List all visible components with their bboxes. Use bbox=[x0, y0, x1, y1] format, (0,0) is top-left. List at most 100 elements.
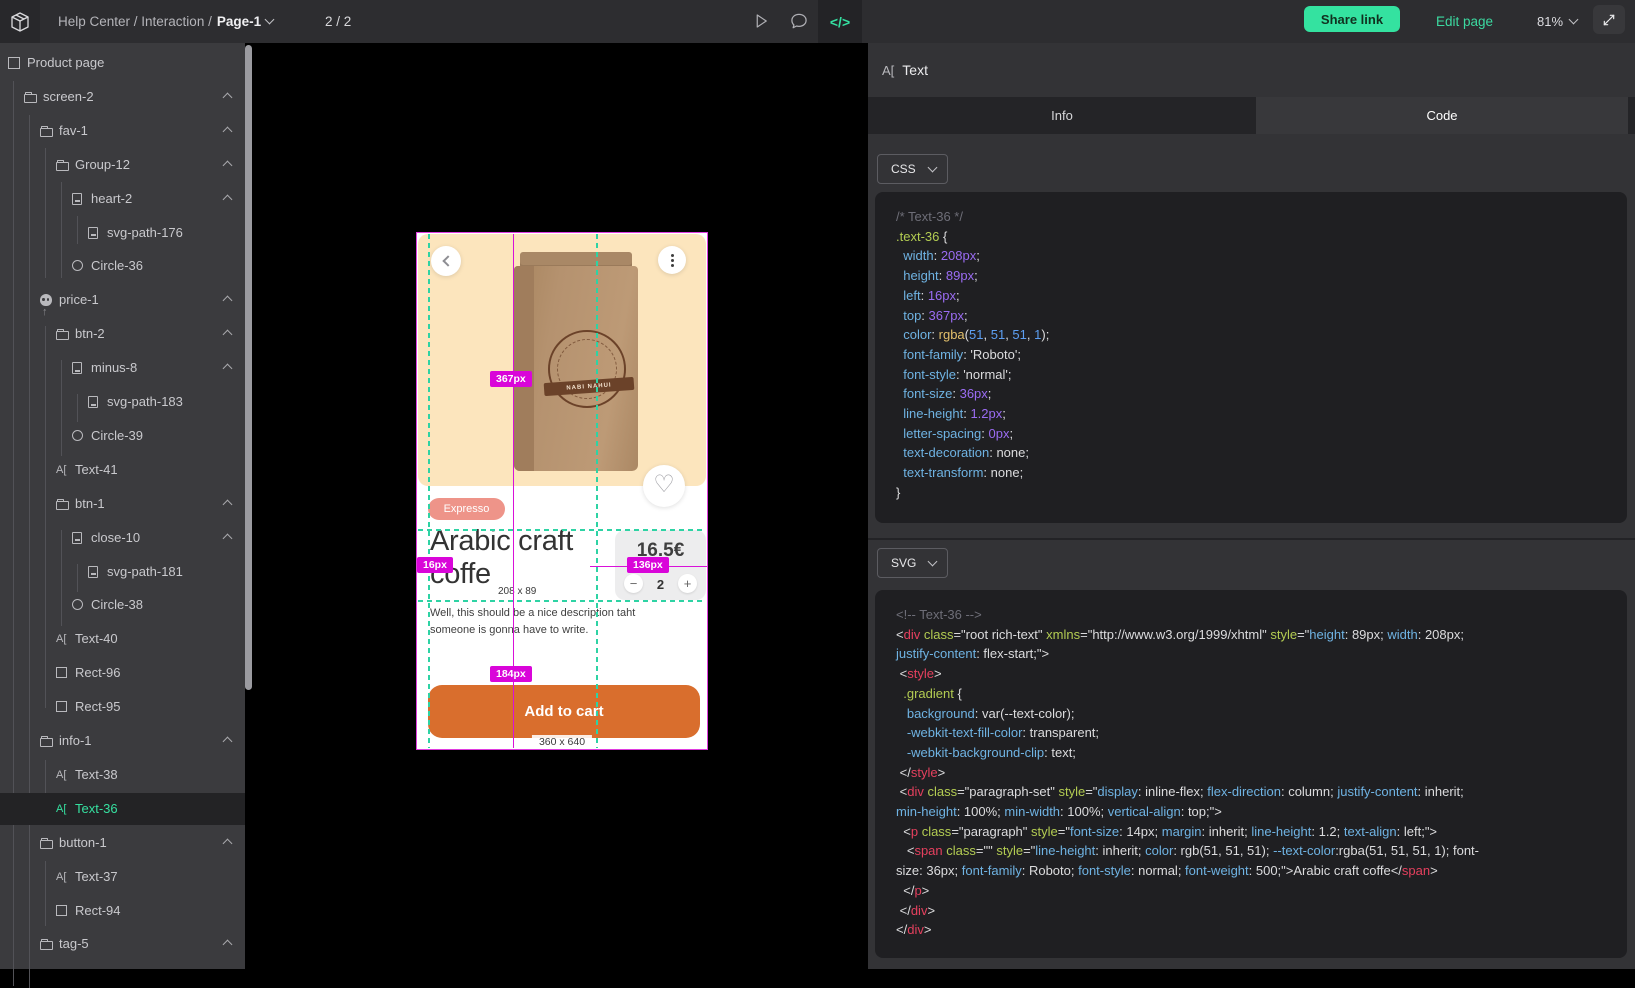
sidebar-item-rect-96[interactable]: Rect-96 bbox=[0, 657, 245, 689]
sidebar-item-close-10[interactable]: close-10 bbox=[0, 522, 245, 554]
sidebar-item-svg-path-176[interactable]: svg-path-176 bbox=[0, 217, 245, 249]
chevron-up-icon[interactable] bbox=[223, 296, 233, 306]
layer-label: screen-2 bbox=[43, 89, 94, 104]
css-language-dropdown[interactable]: CSS bbox=[877, 154, 948, 184]
layer-label: btn-1 bbox=[75, 496, 105, 511]
edit-page-link[interactable]: Edit page bbox=[1436, 0, 1493, 43]
measure-badge-136: 136px bbox=[627, 557, 669, 573]
svg-dropdown-value: SVG bbox=[891, 556, 916, 570]
sidebar-item-rect-95[interactable]: Rect-95 bbox=[0, 691, 245, 723]
layer-label: info-1 bbox=[59, 733, 92, 748]
layer-label: Text-36 bbox=[75, 801, 118, 816]
sidebar-item-text-41[interactable]: A[Text-41 bbox=[0, 454, 245, 486]
frame-icon bbox=[8, 57, 20, 69]
chevron-up-icon[interactable] bbox=[223, 838, 233, 848]
chevron-up-icon[interactable] bbox=[223, 194, 233, 204]
sidebar-item-circle-36[interactable]: Circle-36 bbox=[0, 250, 245, 282]
sidebar-item-tag-5[interactable]: tag-5 bbox=[0, 928, 245, 960]
code-line: <!-- Text-36 --> bbox=[896, 605, 1627, 625]
code-line: /* Text-36 */ bbox=[896, 207, 1627, 227]
sidebar-item-circle-39[interactable]: Circle-39 bbox=[0, 420, 245, 452]
sidebar-item-svg-path-181[interactable]: svg-path-181 bbox=[0, 556, 245, 588]
sidebar-item-product page[interactable]: Product page bbox=[0, 47, 245, 79]
circle-icon bbox=[72, 599, 83, 610]
instance-arrow-icon: ↑ bbox=[42, 306, 48, 318]
guide-vertical-left bbox=[428, 234, 430, 748]
more-options-button[interactable] bbox=[658, 246, 686, 274]
sidebar-item-heart-2[interactable]: heart-2 bbox=[0, 183, 245, 215]
rect-icon bbox=[56, 701, 67, 712]
sidebar-item-text-36[interactable]: A[Text-36 bbox=[0, 793, 245, 825]
code-line: font-style: 'normal'; bbox=[896, 365, 1627, 385]
code-line: </div> bbox=[896, 920, 1627, 940]
sidebar-item-btn-2[interactable]: btn-2 bbox=[0, 318, 245, 350]
back-button[interactable] bbox=[431, 246, 461, 276]
favorite-button[interactable]: ♡ bbox=[643, 465, 685, 507]
rect-icon bbox=[56, 667, 67, 678]
sidebar-item-text-37[interactable]: A[Text-37 bbox=[0, 861, 245, 893]
chevron-down-icon[interactable] bbox=[265, 15, 275, 25]
sidebar-item-text-40[interactable]: A[Text-40 bbox=[0, 623, 245, 655]
layer-label: svg-path-181 bbox=[107, 564, 183, 579]
code-view-button[interactable]: </> bbox=[818, 0, 862, 43]
code-line: text-transform: none; bbox=[896, 463, 1627, 483]
inspector-tabs: Info Code bbox=[868, 97, 1635, 134]
share-link-button[interactable]: Share link bbox=[1304, 6, 1400, 32]
chevron-up-icon[interactable] bbox=[223, 92, 233, 102]
sidebar-item-circle-38[interactable]: Circle-38 bbox=[0, 589, 245, 621]
frame-size-label: 360 x 640 bbox=[532, 735, 592, 749]
chevron-up-icon[interactable] bbox=[223, 940, 233, 950]
chevron-up-icon[interactable] bbox=[223, 126, 233, 136]
breadcrumb[interactable]: Help Center / Interaction / Page-1 bbox=[58, 0, 273, 43]
product-description: Well, this should be a nice description … bbox=[430, 605, 638, 638]
sidebar-item-screen-2[interactable]: screen-2 bbox=[0, 81, 245, 113]
fullscreen-button[interactable] bbox=[1593, 5, 1625, 34]
css-code-block[interactable]: /* Text-36 */.text-36 { width: 208px; he… bbox=[875, 192, 1627, 523]
breadcrumb-path: Help Center / Interaction / bbox=[58, 14, 212, 29]
add-to-cart-button[interactable]: Add to cart bbox=[428, 685, 700, 738]
zoom-control[interactable]: 81% bbox=[1537, 0, 1577, 43]
measure-badge-367: 367px bbox=[490, 371, 532, 387]
chevron-up-icon[interactable] bbox=[223, 160, 233, 170]
code-line: <div class="paragraph-set" style="displa… bbox=[896, 782, 1627, 802]
app-logo[interactable] bbox=[0, 0, 40, 43]
product-tag[interactable]: Expresso bbox=[428, 498, 505, 520]
tab-info[interactable]: Info bbox=[868, 97, 1256, 134]
play-icon[interactable] bbox=[752, 12, 770, 30]
sidebar-item-price-1[interactable]: price-1↑ bbox=[0, 284, 245, 316]
code-line: top: 367px; bbox=[896, 306, 1627, 326]
chevron-up-icon[interactable] bbox=[223, 499, 233, 509]
tab-code[interactable]: Code bbox=[1256, 97, 1628, 134]
sidebar-item-fav-1[interactable]: fav-1 bbox=[0, 115, 245, 147]
layer-label: Circle-36 bbox=[91, 258, 143, 273]
circle-icon bbox=[72, 430, 83, 441]
chevron-up-icon[interactable] bbox=[223, 330, 233, 340]
svg-code-block[interactable]: <!-- Text-36 --><div class="root rich-te… bbox=[875, 590, 1627, 958]
sidebar-item-group-12[interactable]: Group-12 bbox=[0, 149, 245, 181]
code-line: color: rgba(51, 51, 51, 1); bbox=[896, 325, 1627, 345]
layer-label: Rect-94 bbox=[75, 903, 121, 918]
sidebar-item-rect-94[interactable]: Rect-94 bbox=[0, 895, 245, 927]
code-line: } bbox=[896, 483, 1627, 503]
sidebar-item-info-1[interactable]: info-1 bbox=[0, 725, 245, 757]
comment-icon[interactable] bbox=[789, 11, 809, 31]
sidebar-item-button-1[interactable]: button-1 bbox=[0, 827, 245, 859]
heart-icon: ♡ bbox=[653, 473, 675, 497]
sidebar-item-text-38[interactable]: A[Text-38 bbox=[0, 759, 245, 791]
guide-vertical-right bbox=[596, 234, 598, 748]
quantity-plus-button[interactable]: + bbox=[678, 574, 697, 593]
code-line: <style> bbox=[896, 664, 1627, 684]
svg-icon bbox=[72, 532, 82, 544]
chevron-up-icon[interactable] bbox=[223, 533, 233, 543]
chevron-up-icon[interactable] bbox=[223, 364, 233, 374]
chevron-down-icon bbox=[928, 557, 938, 567]
sidebar-item-btn-1[interactable]: btn-1 bbox=[0, 488, 245, 520]
sidebar-item-svg-path-183[interactable]: svg-path-183 bbox=[0, 386, 245, 418]
sidebar-scrollbar[interactable] bbox=[245, 45, 252, 690]
svg-icon bbox=[72, 193, 82, 205]
product-title: Arabic craft coffe bbox=[430, 525, 608, 592]
sidebar-item-minus-8[interactable]: minus-8 bbox=[0, 352, 245, 384]
chevron-up-icon[interactable] bbox=[223, 737, 233, 747]
svg-language-dropdown[interactable]: SVG bbox=[877, 548, 948, 578]
device-frame[interactable]: NABI NAHUI ♡ Expresso Arabic craft coffe… bbox=[417, 233, 707, 749]
